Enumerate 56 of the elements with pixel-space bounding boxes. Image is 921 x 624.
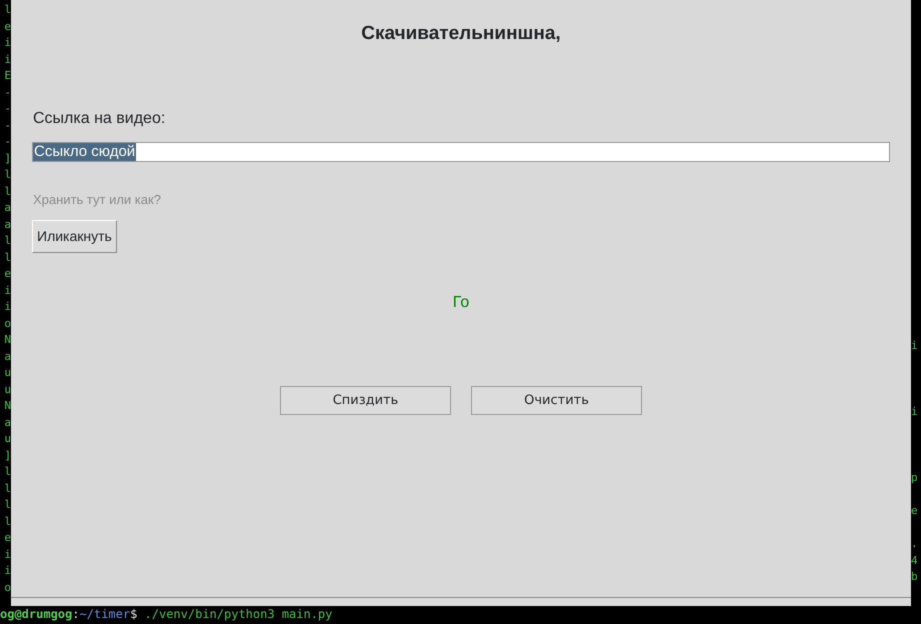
action-button[interactable]: Очистить bbox=[471, 386, 642, 415]
terminal-text: i bbox=[4, 299, 11, 315]
terminal-text: i bbox=[911, 338, 918, 354]
save-location-hint: Хранить тут или как? bbox=[33, 190, 162, 209]
terminal-prompt-symbol: $ bbox=[130, 607, 138, 621]
terminal-text: i bbox=[4, 282, 11, 298]
url-label: Ссылка на видео: bbox=[33, 108, 166, 128]
terminal-text: l bbox=[4, 464, 11, 480]
terminal-text: l bbox=[4, 233, 11, 249]
terminal-text: - bbox=[4, 84, 11, 100]
terminal-text: a bbox=[4, 216, 11, 232]
terminal-text: a bbox=[4, 200, 11, 216]
terminal-text: i bbox=[4, 35, 11, 51]
terminal-text: u bbox=[4, 431, 11, 447]
terminal-text: - bbox=[4, 134, 11, 150]
terminal-command: ./venv/bin/python3 main.py bbox=[144, 607, 332, 621]
terminal-text: i bbox=[4, 52, 11, 68]
terminal-text: l bbox=[4, 2, 11, 18]
terminal-text: b bbox=[911, 569, 918, 585]
terminal-text: p bbox=[911, 470, 918, 486]
browse-button[interactable]: Иликакнуть bbox=[32, 220, 117, 253]
terminal-text: e bbox=[4, 530, 11, 546]
window-heading: Скачивательниншна, bbox=[360, 22, 562, 46]
terminal-text: l bbox=[4, 184, 11, 200]
terminal-text: a bbox=[4, 414, 11, 430]
terminal-text: i bbox=[911, 404, 918, 420]
terminal-text: N bbox=[4, 398, 11, 414]
terminal-text: : bbox=[72, 607, 80, 621]
terminal-user: og@drumgog bbox=[0, 607, 72, 621]
terminal-text: o bbox=[4, 580, 11, 596]
terminal-text: l bbox=[4, 514, 11, 530]
terminal-text: o bbox=[4, 316, 11, 332]
terminal-text: E bbox=[4, 68, 11, 84]
terminal-text: - bbox=[4, 101, 11, 117]
terminal-text: e bbox=[4, 18, 11, 34]
terminal-text: u bbox=[4, 365, 11, 381]
terminal-text: ] bbox=[4, 150, 11, 166]
url-field[interactable]: Ссыкло сюдой bbox=[32, 142, 890, 162]
terminal-text: 4 bbox=[911, 552, 918, 568]
terminal-text: a bbox=[4, 348, 11, 364]
terminal-text: l bbox=[4, 250, 11, 266]
terminal-text: l bbox=[4, 480, 11, 496]
terminal-text: l bbox=[4, 497, 11, 513]
terminal-text: u bbox=[4, 382, 11, 398]
terminal-path: ~/timer bbox=[79, 607, 130, 621]
status-text: Го bbox=[452, 294, 470, 311]
terminal-text: . bbox=[911, 536, 918, 552]
terminal-text: i bbox=[4, 546, 11, 562]
terminal-text: - bbox=[4, 118, 11, 134]
action-button[interactable]: Спиздить bbox=[280, 386, 451, 415]
terminal-text: ] bbox=[4, 448, 11, 464]
terminal-text: i bbox=[4, 563, 11, 579]
terminal-text: e bbox=[4, 266, 11, 282]
terminal-text: l bbox=[4, 167, 11, 183]
terminal-text: N bbox=[4, 332, 11, 348]
terminal-text: e bbox=[911, 503, 918, 519]
